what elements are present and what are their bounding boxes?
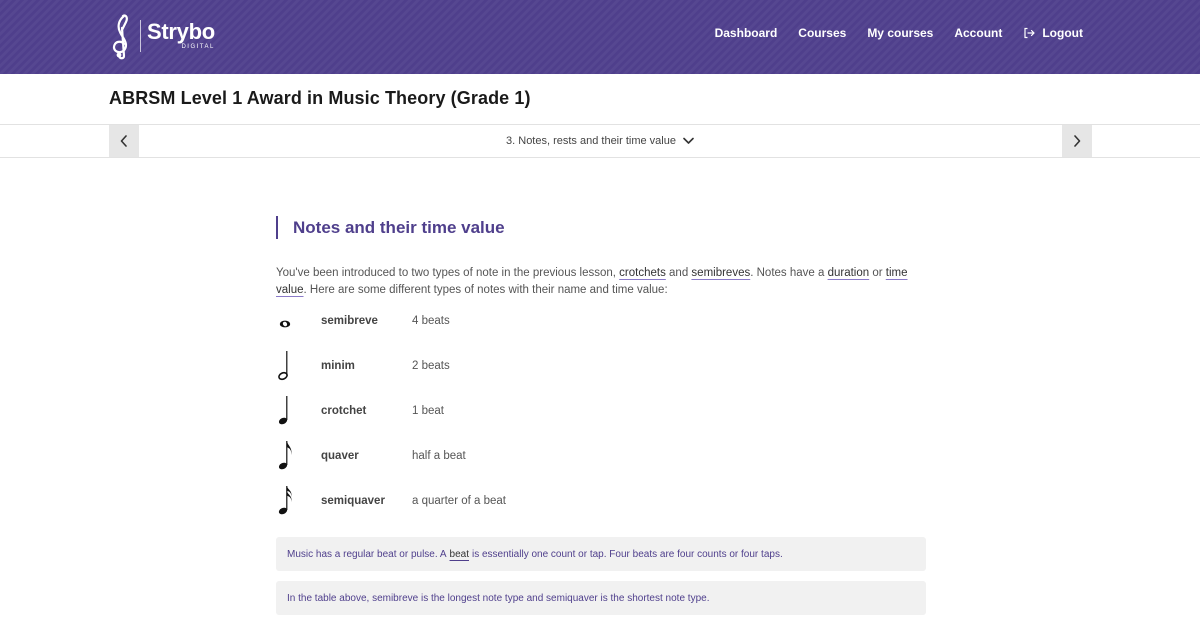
logout-label: Logout — [1042, 26, 1083, 40]
lesson-selector: 3. Notes, rests and their time value — [0, 125, 1200, 157]
course-title: ABRSM Level 1 Award in Music Theory (Gra… — [109, 88, 531, 108]
note-row-crotchet: crotchet 1 beat — [276, 390, 926, 430]
note-name: semiquaver — [321, 495, 385, 507]
callout-text: Music has a regular beat or pulse. A — [287, 548, 447, 560]
section-heading: Notes and their time value — [276, 216, 926, 239]
note-row-semiquaver: semiquaver a quarter of a beat — [276, 480, 926, 520]
note-name: quaver — [321, 450, 359, 462]
intro-text: and — [665, 267, 692, 279]
main-nav: Dashboard Courses My courses Account Log… — [715, 26, 1083, 40]
lesson-selector-label[interactable]: 3. Notes, rests and their time value — [506, 135, 676, 147]
intro-paragraph: You've been introduced to two types of n… — [276, 265, 926, 299]
previous-lesson-button[interactable] — [109, 125, 139, 157]
callout-text: is essentially one count or tap. Four be… — [472, 548, 783, 560]
top-navbar: Strybo DIGITAL Dashboard Courses My cour… — [0, 0, 1200, 74]
nav-account[interactable]: Account — [954, 26, 1002, 40]
term-beat[interactable]: beat — [450, 549, 469, 560]
nav-my-courses[interactable]: My courses — [867, 26, 933, 40]
note-value: 4 beats — [412, 315, 450, 327]
note-row-quaver: quaver half a beat — [276, 435, 926, 475]
logout-link[interactable]: Logout — [1023, 26, 1083, 40]
term-duration[interactable]: duration — [828, 267, 870, 279]
chevron-left-icon — [120, 135, 127, 147]
table-summary-callout: In the table above, semibreve is the lon… — [276, 581, 926, 615]
brand-name: Strybo — [147, 19, 215, 44]
strybo-logo[interactable]: Strybo DIGITAL — [108, 12, 215, 60]
nav-courses[interactable]: Courses — [798, 26, 846, 40]
intro-text: You've been introduced to two types of n… — [276, 267, 620, 279]
chevron-down-icon[interactable] — [683, 137, 694, 145]
lesson-navigation: 3. Notes, rests and their time value — [0, 124, 1200, 158]
note-name: semibreve — [321, 315, 378, 327]
semibreve-icon — [279, 320, 291, 328]
note-row-semibreve: semibreve 4 beats — [276, 308, 926, 348]
note-value: 2 beats — [412, 360, 450, 372]
term-semibreves[interactable]: semibreves — [691, 267, 750, 279]
note-name: crotchet — [321, 405, 367, 417]
intro-text: or — [869, 267, 886, 279]
lesson-content: Notes and their time value You've been i… — [276, 216, 926, 615]
intro-text: . Here are some different types of notes… — [303, 284, 668, 296]
quaver-icon — [278, 441, 292, 470]
note-value: 1 beat — [412, 405, 444, 417]
brand-subtitle: DIGITAL — [181, 44, 215, 50]
note-value: half a beat — [412, 450, 466, 462]
logout-icon — [1024, 27, 1035, 39]
nav-dashboard[interactable]: Dashboard — [715, 26, 778, 40]
term-crotchets[interactable]: crotchets — [619, 267, 666, 279]
note-value: a quarter of a beat — [412, 495, 506, 507]
crotchet-icon — [278, 396, 288, 425]
note-row-minim: minim 2 beats — [276, 345, 926, 385]
logo-divider — [140, 20, 141, 52]
semiquaver-icon — [278, 486, 292, 515]
treble-clef-icon — [112, 14, 128, 60]
callout-text: In the table above, semibreve is the lon… — [287, 592, 710, 604]
beat-callout: Music has a regular beat or pulse. A bea… — [276, 537, 926, 571]
intro-text: . Notes have a — [750, 267, 828, 279]
minim-icon — [278, 351, 288, 381]
next-lesson-button[interactable] — [1062, 125, 1092, 157]
note-name: minim — [321, 360, 355, 372]
chevron-right-icon — [1074, 135, 1081, 147]
